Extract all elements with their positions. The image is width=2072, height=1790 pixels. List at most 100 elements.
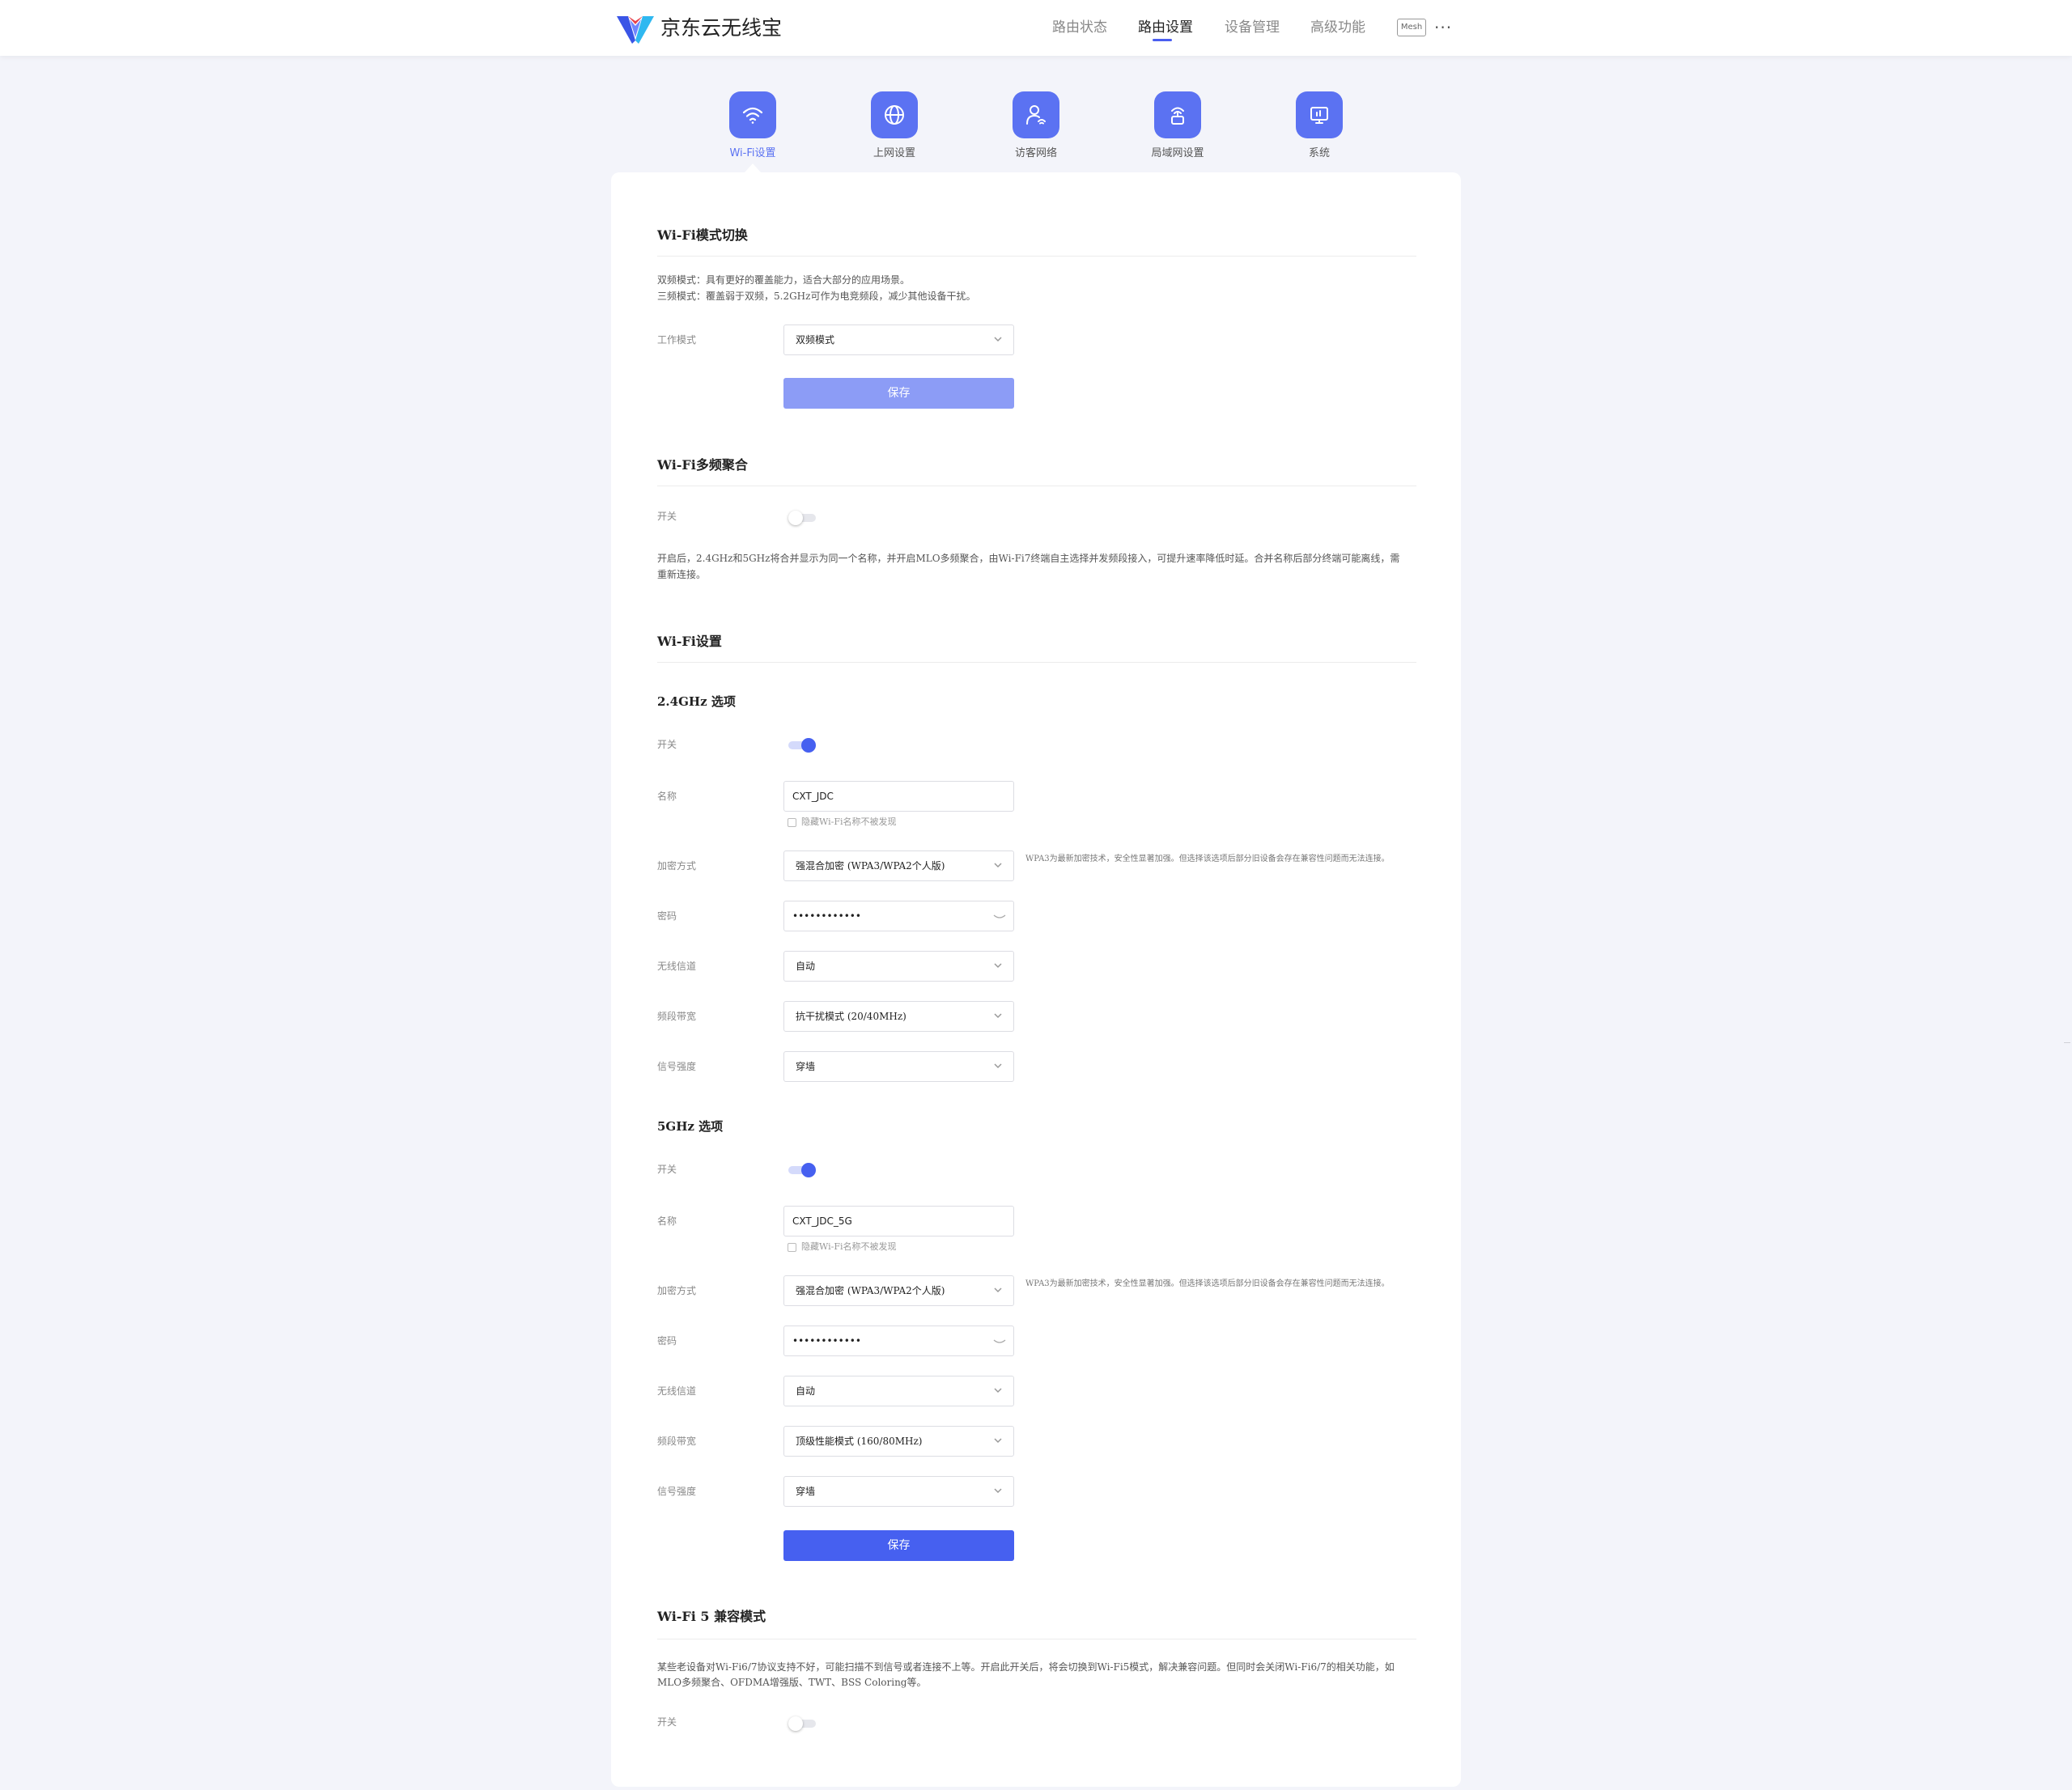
tile-label-system[interactable]: 系统 [1263,146,1376,161]
chevron-down-icon [994,1013,1002,1019]
chevron-down-icon [994,1287,1002,1293]
wifi5-switch-label: 开关 [657,1716,677,1728]
toggle-knob [801,738,816,753]
band24-channel-label: 无线信道 [657,961,697,972]
mlo-desc: 开启后，2.4GHz和5GHz将合并显示为同一个名称，并开启MLO多频聚合，由W… [657,553,1400,564]
mlo-switch-label: 开关 [657,511,677,522]
band5-hide-ssid-checkbox[interactable] [788,1243,796,1252]
tile-system[interactable] [1296,91,1343,138]
section-title-wifi-settings: Wi-Fi设置 [657,634,722,649]
band24-password-input[interactable]: •••••••••••• [783,901,1014,931]
band5-enc-value: 强混合加密 (WPA3/WPA2个人版) [796,1285,945,1296]
tile-label-internet-settings[interactable]: 上网设置 [838,146,951,161]
scrollbar-marker[interactable] [2064,1042,2070,1043]
work-mode-select[interactable]: 双频模式 [783,324,1014,355]
nav-advanced-features[interactable]: 高级功能 [1310,16,1365,39]
band24-enc-select[interactable]: 强混合加密 (WPA3/WPA2个人版) [783,850,1014,881]
tile-internet-settings[interactable] [871,91,918,138]
section-title-wifi5-compat: Wi-Fi 5 兼容模式 [657,1609,766,1624]
band5-signal-value: 穿墙 [796,1486,816,1497]
chevron-down-icon [994,1388,1002,1393]
mlo-desc-2: 重新连接。 [657,569,707,580]
band24-bw-label: 频段带宽 [657,1011,697,1022]
band24-pwd-label: 密码 [657,910,677,922]
tile-wifi-settings[interactable] [729,91,776,138]
band5-bandwidth-select[interactable]: 顶级性能模式 (160/80MHz) [783,1426,1014,1457]
band5-toggle[interactable] [788,1163,816,1177]
toggle-knob [788,1716,803,1731]
tile-lan-settings[interactable] [1154,91,1201,138]
band5-enc-label: 加密方式 [657,1285,697,1296]
settings-card [611,172,1461,1787]
band24-channel-select[interactable]: 自动 [783,951,1014,982]
band24-signal-label: 信号强度 [657,1061,697,1072]
nav-route-status[interactable]: 路由状态 [1052,16,1107,39]
wifi5-desc-2: MLO多频聚合、OFDMA增强版、TWT、BSS Coloring等。 [657,1677,927,1688]
chevron-down-icon [994,1488,1002,1494]
band5-bw-value: 顶级性能模式 (160/80MHz) [796,1436,923,1447]
band24-hide-ssid-label[interactable]: 隐藏Wi-Fi名称不被发现 [801,816,897,829]
toggle-knob [801,1163,816,1177]
band5-channel-select[interactable]: 自动 [783,1376,1014,1406]
globe-icon [885,105,904,125]
band5-switch-label: 开关 [657,1164,677,1175]
band24-switch-label: 开关 [657,739,677,750]
active-tile-pointer [745,163,761,172]
tile-label-lan-settings[interactable]: 局域网设置 [1121,146,1234,161]
band24-toggle[interactable] [788,738,816,753]
brand-logo-icon[interactable] [615,13,656,45]
wifi5-toggle[interactable] [788,1716,816,1731]
divider [657,256,1416,257]
eye-closed-icon[interactable] [992,1335,1007,1347]
band5-enc-select[interactable]: 强混合加密 (WPA3/WPA2个人版) [783,1275,1014,1306]
nav-device-management[interactable]: 设备管理 [1225,16,1280,39]
band24-hide-ssid-checkbox[interactable] [788,818,796,827]
band5-signal-select[interactable]: 穿墙 [783,1476,1014,1507]
band24-ssid-input[interactable]: CXT_JDC [783,781,1014,812]
mode-desc-tri: 三频模式：覆盖弱于双频，5.2GHz可作为电竞频段，减少其他设备干扰。 [657,291,976,302]
band24-signal-select[interactable]: 穿墙 [783,1051,1014,1082]
band5-channel-value: 自动 [796,1385,816,1397]
band24-signal-value: 穿墙 [796,1061,816,1072]
band5-password-input[interactable]: •••••••••••• [783,1326,1014,1356]
chevron-down-icon [994,1438,1002,1444]
band5-name-label: 名称 [657,1215,677,1227]
band24-channel-value: 自动 [796,961,816,972]
divider [657,662,1416,663]
work-mode-label: 工作模式 [657,334,697,346]
save-wifi-button[interactable]: 保存 [783,1530,1014,1561]
band5-ssid-input[interactable]: CXT_JDC_5G [783,1206,1014,1236]
eye-closed-icon[interactable] [992,910,1007,922]
band24-name-label: 名称 [657,791,677,802]
mlo-toggle[interactable] [788,511,816,525]
band24-bandwidth-select[interactable]: 抗干扰模式 (20/40MHz) [783,1001,1014,1032]
band24-enc-note: WPA3为最新加密技术，安全性显著加强。但选择该选项后部分旧设备会存在兼容性问题… [1025,855,1390,863]
band24-enc-label: 加密方式 [657,860,697,872]
band5-hide-ssid-label[interactable]: 隐藏Wi-Fi名称不被发现 [801,1241,897,1253]
band5-enc-note: WPA3为最新加密技术，安全性显著加强。但选择该选项后部分旧设备会存在兼容性问题… [1025,1279,1390,1288]
tile-guest-network[interactable] [1013,91,1059,138]
chevron-down-icon [994,963,1002,969]
top-header: 京东云无线宝 路由状态 路由设置 设备管理 高级功能 Mesh ··· [0,0,2072,56]
band5-password-value: •••••••••••• [792,1335,861,1347]
nav-active-underline [1153,39,1172,41]
lan-router-icon [1171,107,1184,125]
band5-title: 5GHz 选项 [657,1119,724,1134]
chevron-down-icon [994,337,1002,342]
tile-label-wifi-settings[interactable]: Wi-Fi设置 [696,146,809,161]
mesh-badge[interactable]: Mesh [1397,19,1426,36]
wifi5-desc: 某些老设备对Wi-Fi6/7协议支持不好，可能扫描不到信号或者连接不上等。开启此… [657,1661,1395,1673]
tile-label-guest-network[interactable]: 访客网络 [979,146,1093,161]
brand-name: 京东云无线宝 [660,16,783,40]
band5-signal-label: 信号强度 [657,1486,697,1497]
band24-bw-value: 抗干扰模式 (20/40MHz) [796,1011,906,1022]
section-title-wifi-mode: Wi-Fi模式切换 [657,227,748,243]
toggle-knob [788,511,803,525]
band24-password-value: •••••••••••• [792,910,861,922]
work-mode-value: 双频模式 [796,334,835,346]
nav-route-settings[interactable]: 路由设置 [1138,16,1193,39]
chevron-down-icon [994,1063,1002,1069]
more-icon[interactable]: ··· [1434,18,1452,37]
section-title-mlo: Wi-Fi多频聚合 [657,457,748,473]
save-mode-button[interactable]: 保存 [783,378,1014,409]
